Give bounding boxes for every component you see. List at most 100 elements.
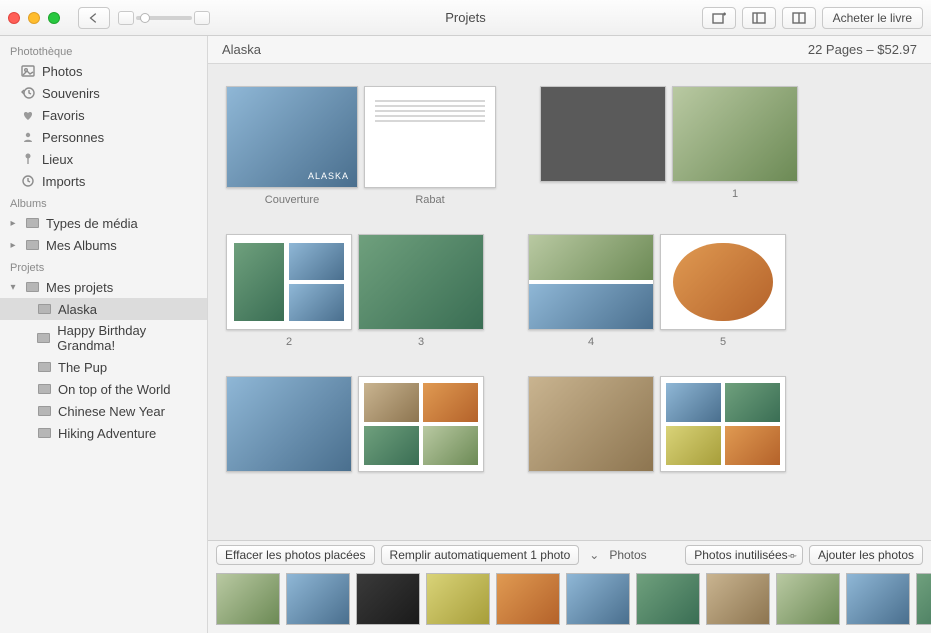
disclosure-right-icon[interactable]: ▸ [8, 240, 18, 251]
sidebar-item-label: Types de média [46, 216, 138, 231]
page-cover[interactable]: ALASKA [226, 86, 358, 188]
tray-photo[interactable] [286, 573, 350, 625]
sidebar-item-alaska[interactable]: Alaska [0, 298, 207, 320]
buy-book-button[interactable]: Acheter le livre [822, 7, 923, 29]
sidebar-item-label: Happy Birthday Grandma! [57, 323, 201, 353]
add-project-button[interactable] [702, 7, 736, 29]
tray-photo[interactable] [846, 573, 910, 625]
pages-grid[interactable]: ALASKA Couverture Rabat [208, 64, 931, 540]
pin-icon [20, 151, 36, 167]
spread-0-1[interactable]: 1 [540, 86, 798, 206]
spread-6-7[interactable] [226, 376, 484, 472]
sidebar-item-label: Lieux [42, 152, 73, 167]
sidebar-item-label: On top of the World [58, 382, 171, 397]
tray-photo[interactable] [356, 573, 420, 625]
back-button[interactable] [78, 7, 110, 29]
spread-cover[interactable]: ALASKA Couverture Rabat [226, 86, 496, 206]
tray-toggle-label: Photos [609, 548, 646, 562]
sidebar-item-mes-projets[interactable]: ▾ Mes projets [0, 276, 207, 298]
autofill-button[interactable]: Remplir automatiquement 1 photo [381, 545, 580, 565]
photo-tray-panel: Effacer les photos placées Remplir autom… [208, 540, 931, 633]
add-photos-button[interactable]: Ajouter les photos [809, 545, 923, 565]
page-label: 1 [672, 188, 798, 200]
sidebar-item-label: Mes Albums [46, 238, 117, 253]
photo-filter-select[interactable]: Photos inutilisées [685, 545, 803, 565]
sidebar-item-mes-albums[interactable]: ▸ Mes Albums [0, 234, 207, 256]
page-5[interactable] [660, 234, 786, 330]
clock-down-icon [20, 173, 36, 189]
page-label [540, 188, 666, 200]
sidebar-item-lieux[interactable]: Lieux [0, 148, 207, 170]
disclosure-down-icon[interactable]: ▾ [8, 282, 18, 293]
page-flap[interactable] [364, 86, 496, 188]
page-label: Rabat [364, 194, 496, 206]
page-blank[interactable] [540, 86, 666, 182]
chevron-down-icon[interactable]: ⌄ [585, 548, 603, 562]
project-icon [36, 381, 52, 397]
folder-icon [24, 215, 40, 231]
zoom-out-icon[interactable] [118, 11, 134, 25]
sidebar-item-label: Favoris [42, 108, 85, 123]
sidebar-item-label: Alaska [58, 302, 97, 317]
sidebar-item-grandma[interactable]: Happy Birthday Grandma! [0, 320, 207, 356]
spread-4-5[interactable]: 4 5 [528, 234, 786, 348]
tray-photo[interactable] [566, 573, 630, 625]
project-icon [36, 359, 52, 375]
page-2[interactable] [226, 234, 352, 330]
sidebar-item-imports[interactable]: Imports [0, 170, 207, 192]
sidebar-item-label: Imports [42, 174, 85, 189]
book-layout-button[interactable] [782, 7, 816, 29]
page-7[interactable] [358, 376, 484, 472]
photo-tray[interactable] [208, 569, 931, 633]
page-9[interactable] [660, 376, 786, 472]
tray-photo[interactable] [636, 573, 700, 625]
sidebar-header-albums: Albums [0, 192, 207, 212]
sidebar-header-phototheque: Photothèque [0, 40, 207, 60]
page-6[interactable] [226, 376, 352, 472]
sidebar-item-label: Mes projets [46, 280, 113, 295]
sidebar-item-pup[interactable]: The Pup [0, 356, 207, 378]
spread-8-9[interactable] [528, 376, 786, 472]
sidebar-header-projets: Projets [0, 256, 207, 276]
page-1[interactable] [672, 86, 798, 182]
sidebar-item-favoris[interactable]: Favoris [0, 104, 207, 126]
sidebar-item-types-media[interactable]: ▸ Types de média [0, 212, 207, 234]
sidebar-item-on-top[interactable]: On top of the World [0, 378, 207, 400]
person-icon [20, 129, 36, 145]
sidebar-item-personnes[interactable]: Personnes [0, 126, 207, 148]
sidebar-item-label: Chinese New Year [58, 404, 165, 419]
titlebar: Projets Acheter le livre [0, 0, 931, 36]
tray-photo[interactable] [426, 573, 490, 625]
page-4[interactable] [528, 234, 654, 330]
tray-controls: Effacer les photos placées Remplir autom… [208, 541, 931, 569]
sidebar-item-cny[interactable]: Chinese New Year [0, 400, 207, 422]
traffic-lights [8, 12, 60, 24]
zoom-in-icon[interactable] [194, 11, 210, 25]
tray-photo[interactable] [496, 573, 560, 625]
sidebar-item-souvenirs[interactable]: Souvenirs [0, 82, 207, 104]
tray-photo[interactable] [916, 573, 931, 625]
page-3[interactable] [358, 234, 484, 330]
clear-placed-photos-button[interactable]: Effacer les photos placées [216, 545, 375, 565]
sidebar-item-label: The Pup [58, 360, 107, 375]
page-label: 5 [660, 336, 786, 348]
main-panel: Alaska 22 Pages – $52.97 ALASKA [208, 36, 931, 633]
layout-toggle-button[interactable] [742, 7, 776, 29]
page-label: 3 [358, 336, 484, 348]
project-title: Alaska [222, 42, 261, 57]
fullscreen-window-button[interactable] [48, 12, 60, 24]
tray-photo[interactable] [216, 573, 280, 625]
disclosure-right-icon[interactable]: ▸ [8, 218, 18, 229]
minimize-window-button[interactable] [28, 12, 40, 24]
page-8[interactable] [528, 376, 654, 472]
content-area: Photothèque Photos Souvenirs Favoris Per… [0, 36, 931, 633]
spread-2-3[interactable]: 2 3 [226, 234, 484, 348]
project-icon [36, 425, 52, 441]
tray-photo[interactable] [776, 573, 840, 625]
tray-photo[interactable] [706, 573, 770, 625]
sidebar: Photothèque Photos Souvenirs Favoris Per… [0, 36, 208, 633]
sidebar-item-photos[interactable]: Photos [0, 60, 207, 82]
sidebar-item-hiking[interactable]: Hiking Adventure [0, 422, 207, 444]
close-window-button[interactable] [8, 12, 20, 24]
zoom-slider[interactable] [118, 11, 210, 25]
